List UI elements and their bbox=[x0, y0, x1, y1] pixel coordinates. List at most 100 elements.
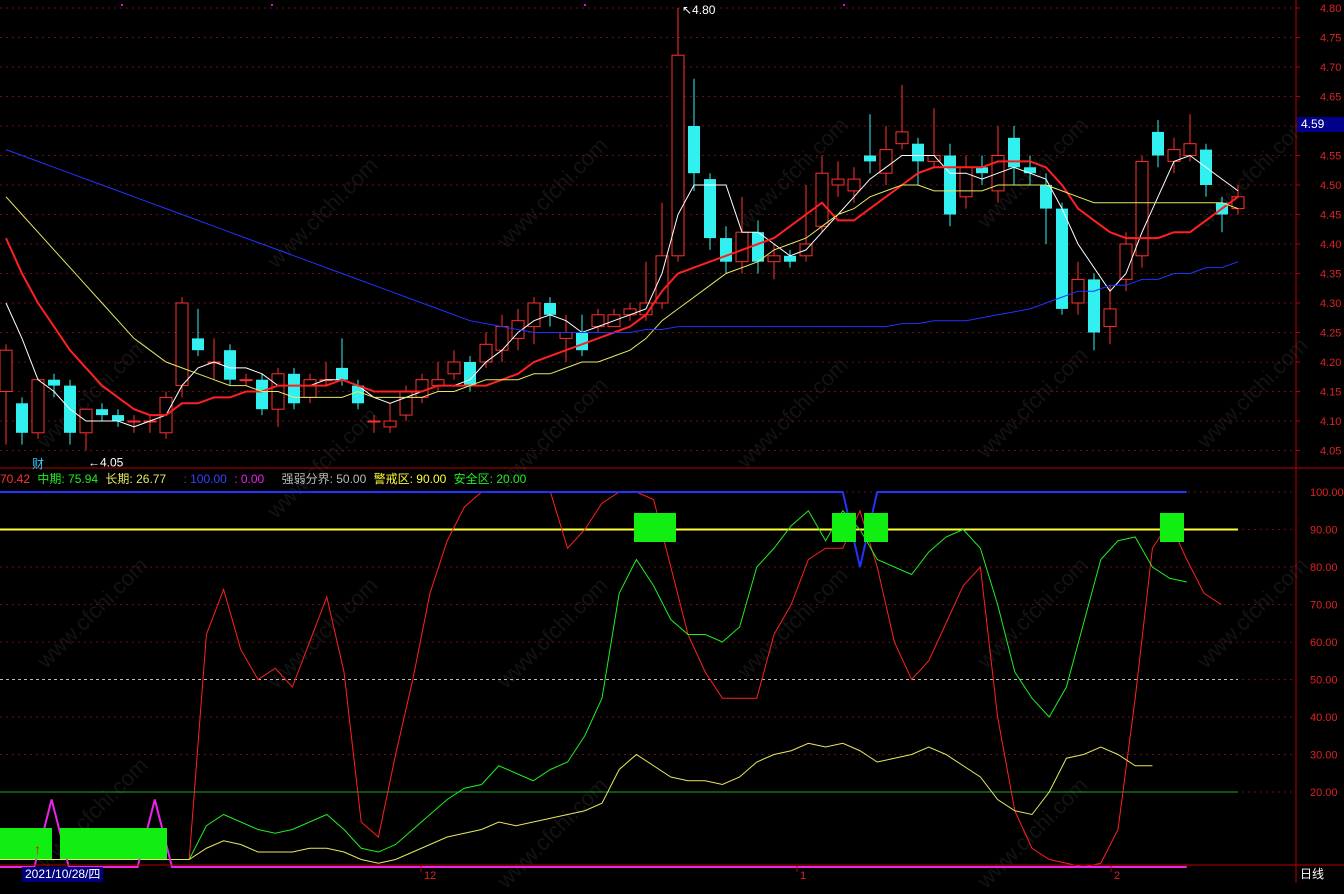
price-tick-label: 4.80 bbox=[1320, 3, 1341, 15]
price-tick-label: 4.15 bbox=[1320, 387, 1341, 399]
candle-body bbox=[1183, 143, 1197, 156]
marker-dot bbox=[271, 4, 273, 6]
x-tick-label: 1 bbox=[800, 870, 806, 882]
signal-block bbox=[1160, 513, 1184, 542]
candle-body bbox=[527, 302, 541, 328]
candle-body bbox=[288, 373, 300, 404]
price-tick-label: 4.50 bbox=[1320, 180, 1341, 192]
candle-body bbox=[127, 420, 141, 423]
legend-safe: 安全区: 20.00 bbox=[453, 472, 527, 486]
bottom-signal-block bbox=[0, 828, 52, 859]
stock-chart: ↖4.80←4.05 4.804.754.704.654.604.554.504… bbox=[0, 0, 1344, 883]
ma-line bbox=[5, 184, 1239, 398]
x-tick-label: 2 bbox=[1114, 870, 1120, 882]
candle-body bbox=[415, 379, 429, 398]
indicator-axis: 100.00 90.00 80.00 70.00 60.00 50.00 40.00 30.0… bbox=[1310, 487, 1344, 799]
candle-body bbox=[1088, 279, 1100, 333]
marker-dot bbox=[843, 4, 845, 6]
candle-body bbox=[576, 332, 588, 351]
candle-body bbox=[1152, 131, 1164, 156]
candle-body bbox=[831, 178, 845, 186]
candle-body bbox=[704, 179, 716, 239]
price-tick-label: 4.25 bbox=[1320, 328, 1341, 340]
price-grid bbox=[0, 7, 1292, 451]
candle-body bbox=[879, 149, 893, 174]
candle-body bbox=[544, 303, 556, 315]
indicator-legend: 70.42 中期: 75.94 长期: 26.77 : 100.00 : 0.0… bbox=[0, 470, 530, 486]
price-tick-label: 4.40 bbox=[1320, 239, 1341, 251]
candle-body bbox=[912, 143, 924, 162]
low-price-label: ←4.05 bbox=[88, 456, 124, 470]
candle-body bbox=[959, 166, 973, 198]
candle-body bbox=[784, 255, 796, 262]
indicator-tick-label: 90.00 bbox=[1310, 525, 1338, 537]
price-tick-label: 4.45 bbox=[1320, 210, 1341, 222]
buy-arrow-icon: ↑ bbox=[34, 841, 41, 857]
legend-long: 长期: 26.77 bbox=[105, 472, 167, 486]
current-price-tag: 4.59 bbox=[1297, 117, 1344, 132]
candle-body bbox=[192, 338, 204, 351]
bottom-signal-block bbox=[60, 828, 167, 859]
candle-body bbox=[303, 379, 317, 398]
period-label[interactable]: 日线 bbox=[1300, 867, 1324, 882]
indicator-tick-label: 80.00 bbox=[1310, 562, 1338, 574]
candle-body bbox=[864, 155, 876, 162]
candle-body bbox=[48, 379, 60, 386]
candle-body bbox=[815, 172, 829, 227]
price-tick-label: 4.55 bbox=[1320, 151, 1341, 163]
legend-warning: 警戒区: 90.00 bbox=[373, 472, 447, 486]
indicator-line bbox=[0, 742, 1153, 864]
ma-line bbox=[5, 149, 1239, 333]
candle-body bbox=[112, 415, 124, 421]
candle-body bbox=[752, 232, 764, 262]
candle-body bbox=[1008, 137, 1020, 168]
ma-line bbox=[5, 154, 1239, 428]
candle-body bbox=[671, 54, 685, 257]
indicator-tick-label: 20.00 bbox=[1310, 787, 1338, 799]
candle-body bbox=[367, 420, 381, 423]
legend-upper: : 100.00 bbox=[183, 472, 227, 486]
candle-body bbox=[464, 362, 476, 386]
candle-body bbox=[1103, 308, 1117, 328]
candle-body bbox=[336, 367, 348, 380]
candle-body bbox=[495, 326, 509, 351]
candle-layer bbox=[0, 8, 1245, 451]
marker-dot bbox=[584, 4, 586, 6]
candle-body bbox=[256, 379, 268, 410]
price-tick-label: 4.35 bbox=[1320, 269, 1341, 281]
ma-line bbox=[5, 160, 1239, 417]
candle-body bbox=[767, 255, 781, 263]
candle-body bbox=[447, 361, 461, 375]
candle-body bbox=[1056, 208, 1068, 309]
price-tick-label: 4.30 bbox=[1320, 298, 1341, 310]
marker-dot bbox=[121, 4, 123, 6]
price-tick-label: 4.70 bbox=[1320, 62, 1341, 74]
legend-short: 70.42 bbox=[0, 472, 31, 486]
indicator-line bbox=[0, 799, 1187, 868]
candle-body bbox=[944, 155, 956, 215]
price-axis: 4.804.754.704.654.604.554.504.454.404.35… bbox=[1296, 3, 1341, 458]
legend-mid: 中期: 75.94 bbox=[37, 472, 99, 486]
candle-body bbox=[847, 178, 861, 192]
candle-body bbox=[239, 379, 253, 382]
high-price-label: ↖4.80 bbox=[682, 3, 716, 17]
candle-body bbox=[1024, 167, 1036, 174]
price-tick-label: 4.05 bbox=[1320, 446, 1341, 458]
legend-midline: 强弱分界: 50.00 bbox=[281, 472, 367, 486]
price-tick-label: 4.75 bbox=[1320, 33, 1341, 45]
candle-body bbox=[224, 350, 236, 380]
indicator-tick-label: 30.00 bbox=[1310, 750, 1338, 762]
candle-body bbox=[1040, 185, 1052, 209]
candle-body bbox=[0, 349, 13, 393]
indicator-tick-label: 40.00 bbox=[1310, 712, 1338, 724]
price-tick-label: 4.10 bbox=[1320, 416, 1341, 428]
candle-body bbox=[399, 391, 413, 416]
signal-block bbox=[634, 513, 676, 542]
candle-body bbox=[735, 231, 749, 263]
indicator-tick-label: 100.00 bbox=[1310, 487, 1344, 499]
candle-body bbox=[31, 379, 45, 434]
price-tick-label: 4.65 bbox=[1320, 92, 1341, 104]
price-tick-label: 4.20 bbox=[1320, 357, 1341, 369]
candle-body bbox=[96, 409, 108, 416]
candle-body bbox=[895, 131, 909, 145]
